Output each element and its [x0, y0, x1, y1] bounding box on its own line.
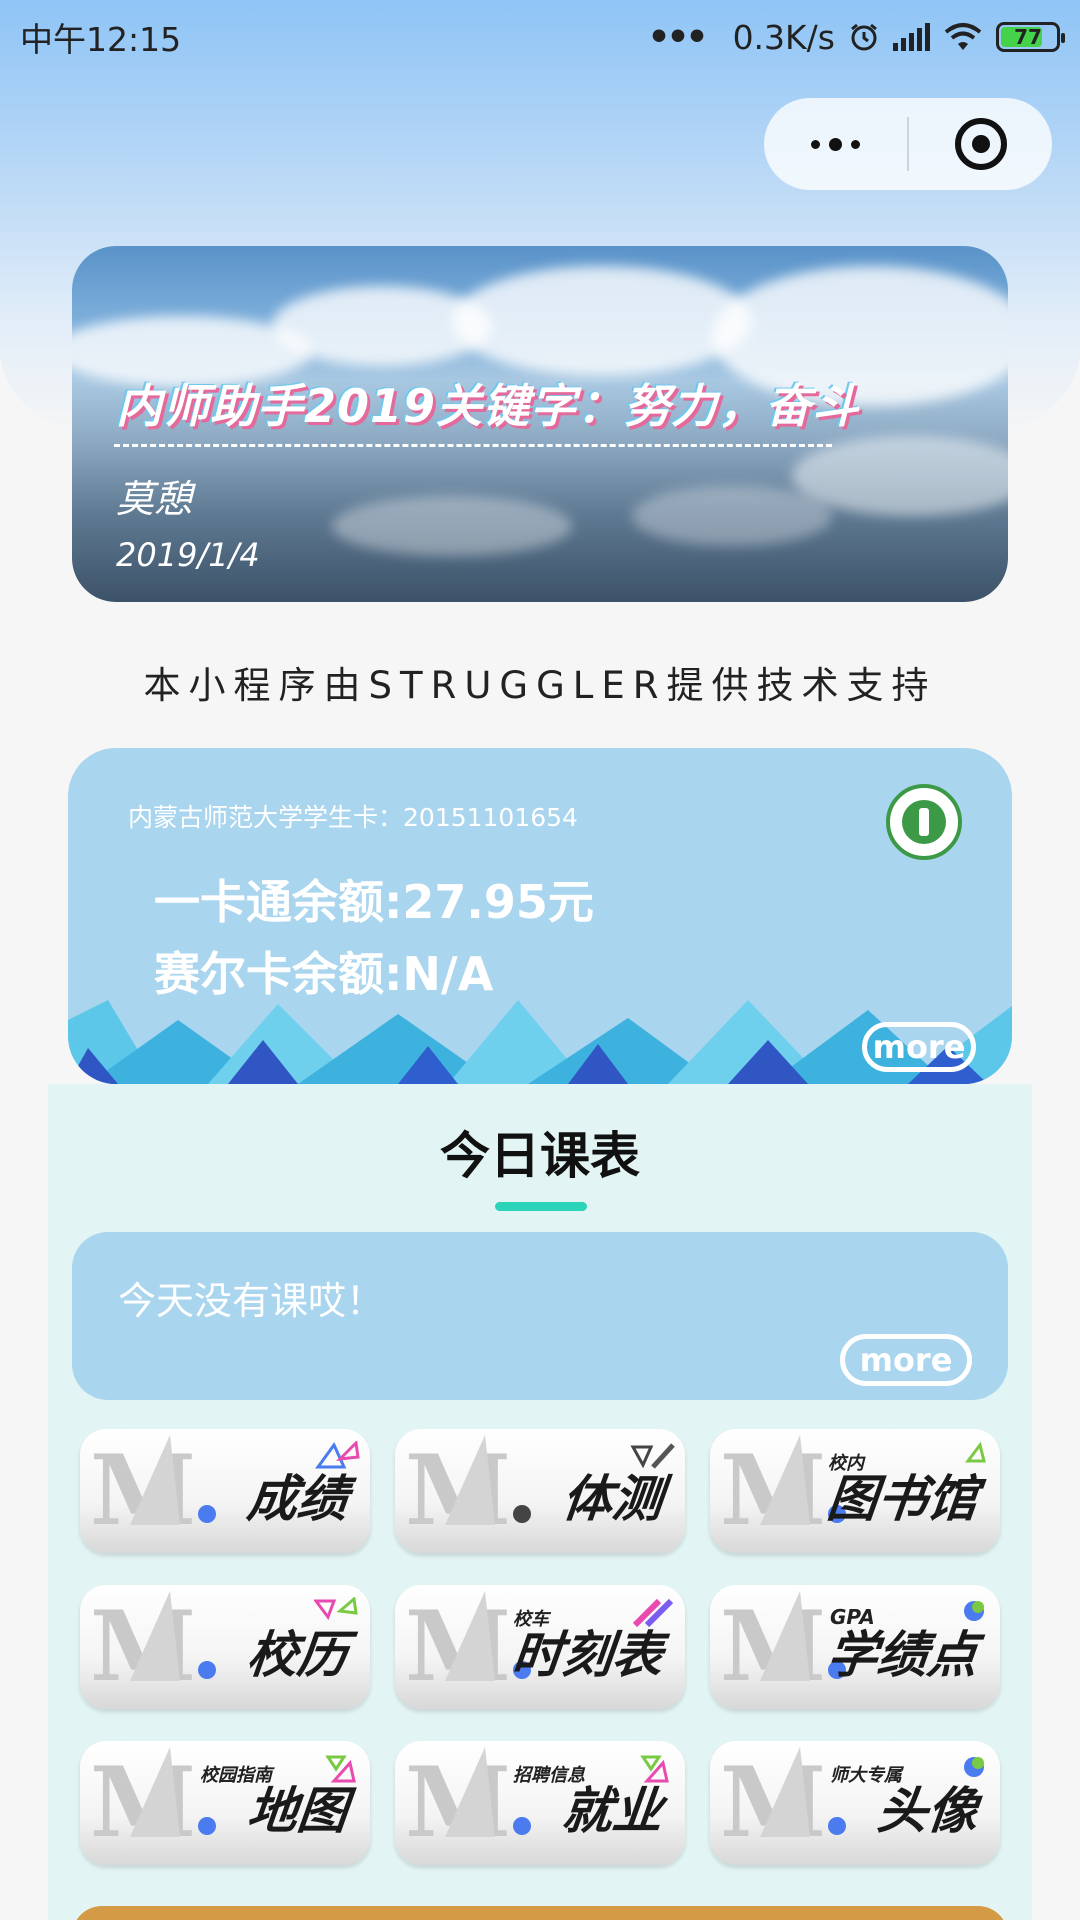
schedule-empty-text: 今天没有课哎！ — [118, 1279, 385, 1323]
close-circle-icon[interactable] — [909, 118, 1052, 170]
more-dots-icon[interactable] — [764, 98, 907, 190]
bottom-banner-peek — [72, 1906, 1008, 1920]
grid-item-grades[interactable]: M 成绩 — [80, 1429, 370, 1553]
banner-date: 2019/1/4 — [116, 536, 260, 574]
grid-item-label: 就业 — [559, 1782, 666, 1840]
battery-icon: 77 — [996, 22, 1065, 52]
banner-divider — [114, 444, 832, 447]
card-balance: 一卡通余额:27.95元 — [154, 875, 594, 929]
grid-item-jobs[interactable]: M 招聘信息 就业 — [395, 1741, 685, 1865]
status-time: 中午12:15 — [20, 20, 182, 59]
university-logo-icon — [886, 784, 962, 860]
grid-item-label: 图书馆 — [824, 1470, 981, 1528]
grid-item-library[interactable]: M 校内 图书馆 — [710, 1429, 1000, 1553]
grid-item-label: 时刻表 — [509, 1626, 666, 1684]
status-indicators: ••• 0.3K/s 77 — [647, 16, 1065, 58]
notification-dots-icon: ••• — [647, 16, 709, 58]
banner-author: 莫憩 — [116, 477, 193, 521]
mini-program-capsule — [764, 98, 1052, 190]
network-speed: 0.3K/s — [732, 17, 835, 57]
battery-level: 77 — [1014, 25, 1042, 49]
grid-item-bus-timetable[interactable]: M 校车 时刻表 — [395, 1585, 685, 1709]
campus-card-panel: 内蒙古师范大学学生卡：20151101654 一卡通余额:27.95元 赛尔卡余… — [68, 748, 1012, 1084]
signal-icon — [893, 23, 930, 51]
saier-balance: 赛尔卡余额:N/A — [154, 947, 494, 1001]
wifi-icon — [944, 23, 982, 50]
grid-item-school-calendar[interactable]: M 校历 — [80, 1585, 370, 1709]
grid-item-label: 体测 — [559, 1470, 666, 1528]
schedule-title-underline — [495, 1202, 587, 1211]
schedule-box: 今天没有课哎！ more — [72, 1232, 1008, 1400]
schedule-title: 今日课表 — [440, 1127, 640, 1185]
hero-banner[interactable]: 内师助手2019关键字：努力，奋斗 莫憩 2019/1/4 — [72, 246, 1008, 602]
grid-item-label: 头像 — [874, 1782, 981, 1840]
banner-title: 内师助手2019关键字：努力，奋斗 — [116, 379, 860, 433]
credit-text: 本小程序由STRUGGLER提供技术支持 — [143, 664, 937, 707]
grid-item-avatar[interactable]: M 师大专属 头像 — [710, 1741, 1000, 1865]
grid-item-label: 成绩 — [244, 1470, 351, 1528]
grid-item-campus-map[interactable]: M 校园指南 地图 — [80, 1741, 370, 1865]
grid-item-gpa[interactable]: M GPA 学绩点 — [710, 1585, 1000, 1709]
card-id-label: 内蒙古师范大学学生卡：20151101654 — [128, 803, 578, 832]
grid-item-label: 地图 — [244, 1782, 351, 1840]
grid-item-label: 学绩点 — [824, 1626, 981, 1684]
grid-item-fitness-test[interactable]: M 体测 — [395, 1429, 685, 1553]
alarm-icon — [851, 23, 877, 51]
grid-item-label: 校历 — [244, 1626, 351, 1684]
schedule-more-button[interactable]: more — [840, 1334, 972, 1386]
status-bar: 中午12:15 ••• 0.3K/s 77 — [0, 0, 1080, 74]
card-more-button[interactable]: more — [862, 1022, 976, 1072]
